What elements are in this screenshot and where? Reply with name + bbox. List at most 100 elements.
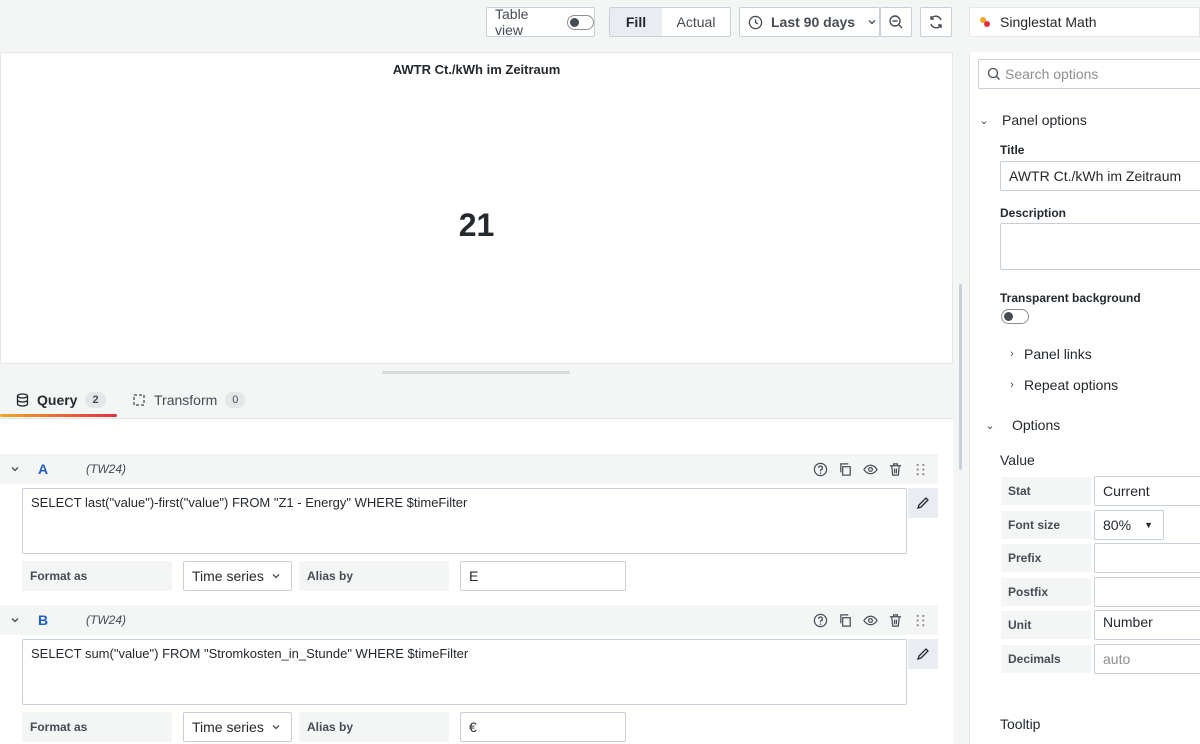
tab-query-count: 2 xyxy=(85,392,106,408)
table-view-label: Table view xyxy=(495,6,529,38)
decimals-input[interactable]: auto xyxy=(1094,644,1200,674)
options-pane: Search options ⌄ Panel options Title AWT… xyxy=(969,52,1200,744)
panel-links-section[interactable]: › Panel links xyxy=(1000,346,1092,362)
drag-handle-icon[interactable] xyxy=(913,613,928,628)
time-range-label: Last 90 days xyxy=(771,14,856,30)
active-tab-indicator xyxy=(0,414,117,417)
panel-title: AWTR Ct./kWh im Zeitraum xyxy=(392,62,561,77)
pencil-icon xyxy=(916,496,930,510)
help-icon[interactable] xyxy=(813,462,828,477)
search-options-input[interactable]: Search options xyxy=(978,59,1200,89)
actual-button[interactable]: Actual xyxy=(662,8,730,36)
fill-button[interactable]: Fill xyxy=(610,8,662,36)
panel-editor: Table view Fill Actual Last 90 days Sing… xyxy=(0,0,1200,744)
singlestat-plugin-icon xyxy=(978,15,992,29)
title-input[interactable]: AWTR Ct./kWh im Zeitraum xyxy=(1000,161,1200,191)
refresh-button[interactable] xyxy=(920,7,952,37)
tab-query[interactable]: Query 2 xyxy=(16,392,106,408)
eye-icon[interactable] xyxy=(863,613,878,628)
decimals-label: Decimals xyxy=(1001,645,1091,673)
query-ref-id: A xyxy=(38,461,49,477)
drag-handle-icon[interactable] xyxy=(913,462,928,477)
duplicate-icon[interactable] xyxy=(838,462,853,477)
editor-scrollbar[interactable] xyxy=(959,284,962,470)
prefix-input[interactable] xyxy=(1094,543,1200,573)
font-size-select[interactable]: 80% ▼ xyxy=(1094,510,1164,540)
prefix-label: Prefix xyxy=(1001,544,1091,572)
font-size-value: 80% xyxy=(1103,517,1132,533)
query-datasource: (TW24) xyxy=(86,613,126,627)
panel-preview: AWTR Ct./kWh im Zeitraum 21 xyxy=(0,52,953,364)
duplicate-icon[interactable] xyxy=(838,613,853,628)
refresh-icon xyxy=(928,14,944,30)
panel-options-section[interactable]: ⌄ Panel options xyxy=(972,112,1087,128)
unit-select[interactable]: Number xyxy=(1094,610,1200,640)
table-view-switch[interactable] xyxy=(566,14,594,30)
options-section[interactable]: ⌄ Options xyxy=(978,417,1060,433)
query-ref-id: B xyxy=(38,612,49,628)
format-as-value: Time series xyxy=(192,568,264,584)
description-label: Description xyxy=(1000,206,1067,220)
unit-label: Unit xyxy=(1001,611,1091,639)
pencil-icon xyxy=(916,647,930,661)
query-row-header-a[interactable]: A (TW24) xyxy=(0,454,938,484)
alias-by-input[interactable]: E xyxy=(460,561,626,591)
alias-by-input[interactable]: € xyxy=(460,712,626,742)
alias-by-label: Alias by xyxy=(299,561,449,591)
time-picker-button[interactable]: Last 90 days xyxy=(739,7,880,37)
transparent-background-switch[interactable] xyxy=(1001,309,1029,324)
tab-query-label: Query xyxy=(37,392,78,408)
chevron-right-icon: › xyxy=(1010,348,1014,360)
zoom-out-button[interactable] xyxy=(880,7,912,37)
options-label: Options xyxy=(1012,417,1061,433)
visualization-picker[interactable]: Singlestat Math xyxy=(969,7,1200,37)
table-view-toggle[interactable]: Table view xyxy=(486,6,595,38)
eye-icon[interactable] xyxy=(863,462,878,477)
trash-icon[interactable] xyxy=(888,462,903,477)
tab-transform[interactable]: Transform 0 xyxy=(132,392,246,408)
tab-transform-count: 0 xyxy=(225,392,246,408)
alias-by-label: Alias by xyxy=(299,712,449,742)
transparent-background-label: Transparent background xyxy=(1000,291,1141,305)
font-size-label: Font size xyxy=(1001,511,1091,539)
format-as-label: Format as xyxy=(22,561,172,591)
chevron-right-icon: › xyxy=(1010,379,1014,391)
display-mode-group: Fill Actual xyxy=(609,7,731,37)
chevron-down-icon: ⌄ xyxy=(985,419,995,432)
collapse-chevron-icon[interactable] xyxy=(10,615,20,625)
repeat-options-section[interactable]: › Repeat options xyxy=(1000,377,1118,393)
zoom-out-icon xyxy=(888,14,904,30)
stat-select[interactable]: Current xyxy=(1094,476,1200,506)
singlestat-value: 21 xyxy=(458,207,495,243)
collapse-chevron-icon[interactable] xyxy=(10,464,20,474)
transform-icon xyxy=(132,393,146,407)
edit-query-button[interactable] xyxy=(908,639,938,669)
chevron-down-icon xyxy=(867,17,877,27)
clock-icon xyxy=(748,15,763,30)
query-row-actions xyxy=(813,462,928,477)
pane-resize-handle[interactable] xyxy=(382,371,570,374)
query-editor-area: A (TW24) SELECT last("value")-first("val… xyxy=(0,418,953,744)
postfix-input[interactable] xyxy=(1094,577,1200,607)
format-as-select[interactable]: Time series xyxy=(183,561,292,591)
tab-transform-label: Transform xyxy=(154,392,218,408)
stat-label: Stat xyxy=(1001,477,1091,505)
panel-options-label: Panel options xyxy=(1002,112,1087,128)
repeat-options-label: Repeat options xyxy=(1024,377,1119,393)
format-as-select[interactable]: Time series xyxy=(183,712,292,742)
value-group-label: Value xyxy=(1000,452,1035,468)
edit-query-button[interactable] xyxy=(908,488,938,518)
panel-links-label: Panel links xyxy=(1024,346,1092,362)
query-sql-input[interactable]: SELECT last("value")-first("value") FROM… xyxy=(22,488,907,554)
trash-icon[interactable] xyxy=(888,613,903,628)
help-icon[interactable] xyxy=(813,613,828,628)
query-sql-input[interactable]: SELECT sum("value") FROM "Stromkosten_in… xyxy=(22,639,907,705)
title-label: Title xyxy=(1000,143,1025,157)
database-icon xyxy=(16,393,29,407)
description-input[interactable] xyxy=(1000,223,1200,270)
format-as-label: Format as xyxy=(22,712,172,742)
query-row-actions xyxy=(813,613,928,628)
query-datasource: (TW24) xyxy=(86,462,126,476)
query-row-header-b[interactable]: B (TW24) xyxy=(0,605,938,635)
caret-down-icon: ▼ xyxy=(1144,520,1153,530)
